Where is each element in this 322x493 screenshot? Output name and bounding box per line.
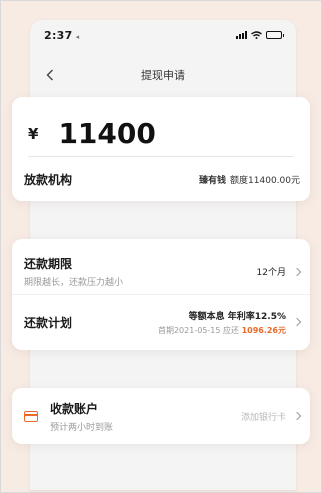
status-bar: 2:37 ◂ <box>30 20 296 50</box>
status-time: 2:37 ◂ <box>44 28 80 42</box>
battery-icon <box>266 31 284 39</box>
term-title: 还款期限 <box>24 257 73 271</box>
signal-icon <box>236 31 247 39</box>
lender-name: 臻有钱 <box>199 175 227 186</box>
chevron-right-icon <box>292 411 302 421</box>
chevron-right-icon <box>292 317 302 327</box>
term-subtitle: 期限越长，还款压力越小 <box>24 278 124 288</box>
bank-card-icon <box>24 410 38 422</box>
nav-bar: 提现申请 <box>30 62 296 88</box>
repayment-plan-row[interactable]: 还款计划 等额本息 年利率12.5% 首期2021-05-15 应还 1096.… <box>12 297 310 347</box>
repayment-term-row[interactable]: 还款期限 期限越长，还款压力越小 12个月 <box>12 249 310 295</box>
repayment-card: 还款期限 期限越长，还款压力越小 12个月 还款计划 等额本息 年利率12.5%… <box>12 239 310 350</box>
screen: 2:37◂ 提现申请 ¥ 放款机构 臻有钱额度11400.00元 <box>0 0 322 493</box>
chevron-left-icon <box>46 69 53 81</box>
lender-row: 放款机构 臻有钱 额度11400.00元 <box>24 167 300 191</box>
amount-row: ¥ <box>28 111 294 157</box>
plan-method: 等额本息 年利率12.5% <box>188 311 286 322</box>
plan-first-date: 首期2021-05-15 应还 <box>157 325 240 335</box>
plan-first-payment: 首期2021-05-15 应还 1096.26元 <box>158 325 286 336</box>
account-subtitle: 预计两小时到账 <box>50 422 114 433</box>
account-card: 收款账户 预计两小时到账 添加银行卡 <box>12 388 310 444</box>
location-icon: ◂ <box>75 32 80 41</box>
lender-quota: 额度11400.00元 <box>230 175 300 186</box>
amount-card: ¥ 放款机构 臻有钱额度11400.00元 <box>12 97 310 201</box>
page-title: 提现申请 <box>141 69 185 82</box>
amount-input[interactable] <box>58 117 259 150</box>
lender-label: 放款机构 <box>24 172 73 187</box>
lender-info: 臻有钱 额度11400.00元 <box>199 173 300 186</box>
status-icons <box>236 31 284 39</box>
chevron-right-icon <box>292 267 302 276</box>
back-button[interactable] <box>38 62 62 88</box>
plan-title: 还款计划 <box>24 315 73 330</box>
receiving-account-row[interactable]: 收款账户 预计两小时到账 添加银行卡 <box>12 388 310 444</box>
plan-first-amount: 1096.26元 <box>241 325 286 335</box>
account-title: 收款账户 <box>50 401 99 416</box>
add-bank-card-link[interactable]: 添加银行卡 <box>241 410 286 423</box>
currency-symbol: ¥ <box>28 124 39 143</box>
wifi-icon <box>251 31 262 39</box>
term-value: 12个月 <box>256 268 286 278</box>
